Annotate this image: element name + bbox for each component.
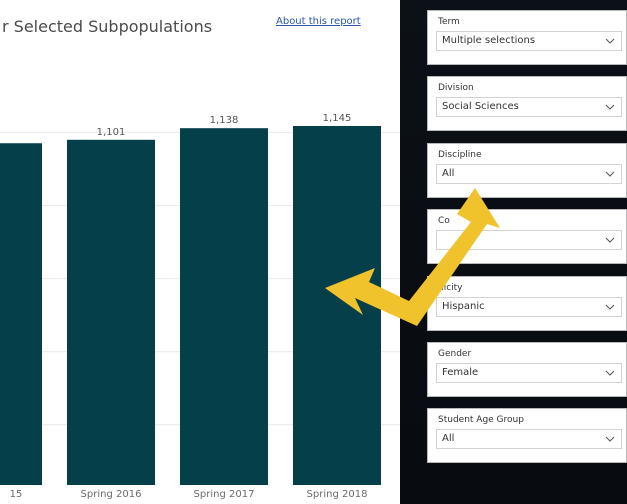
chevron-down-icon: [605, 436, 615, 442]
filter-label: Division: [438, 83, 474, 93]
bar-15[interactable]: [0, 143, 42, 485]
filter-value: Social Sciences: [442, 101, 519, 112]
filter-value: Multiple selections: [442, 35, 536, 46]
x-tick-label: Spring 2016: [80, 489, 142, 500]
filter-label: Gender: [438, 349, 472, 359]
chevron-down-icon: [605, 38, 615, 44]
bar-spring-2017[interactable]: [180, 128, 268, 485]
filter-value: All: [442, 433, 455, 444]
filter-dropdown[interactable]: Female: [436, 363, 622, 383]
chevron-down-icon: [605, 104, 615, 110]
chevron-down-icon: [605, 237, 615, 243]
x-tick-label: Spring 2017: [193, 489, 255, 500]
filter-dropdown[interactable]: Multiple selections: [436, 31, 622, 51]
filter-6: Student Age Group All: [427, 408, 627, 463]
filter-value: Female: [442, 367, 479, 378]
bar-spring-2016[interactable]: [67, 139, 155, 485]
filter-dropdown[interactable]: All: [436, 429, 622, 449]
filter-0: Term Multiple selections: [427, 10, 627, 65]
x-axis-labels: 15 Spring 2016 Spring 2017 Spring 2018: [0, 489, 400, 503]
about-report-link[interactable]: About this report: [276, 16, 361, 27]
filter-label: Term: [438, 17, 460, 27]
x-tick-label: 15: [9, 489, 23, 500]
filter-dropdown[interactable]: All: [436, 164, 622, 184]
filter-value: All: [442, 168, 455, 179]
filter-label: Student Age Group: [438, 415, 524, 425]
chevron-down-icon: [605, 171, 615, 177]
data-label: 1,101: [97, 127, 126, 138]
data-label: 1,145: [323, 113, 352, 124]
filter-1: Division Social Sciences: [427, 76, 627, 131]
filter-5: Gender Female: [427, 342, 627, 397]
data-label: 1,138: [210, 115, 239, 126]
page-title: r Selected Subpopulations: [2, 17, 213, 36]
filter-label: Discipline: [438, 150, 482, 160]
annotation-arrow-icon: [325, 188, 500, 326]
x-tick-label: Spring 2018: [306, 489, 368, 500]
filter-dropdown[interactable]: Social Sciences: [436, 97, 622, 117]
chevron-down-icon: [605, 304, 615, 310]
chevron-down-icon: [605, 370, 615, 376]
